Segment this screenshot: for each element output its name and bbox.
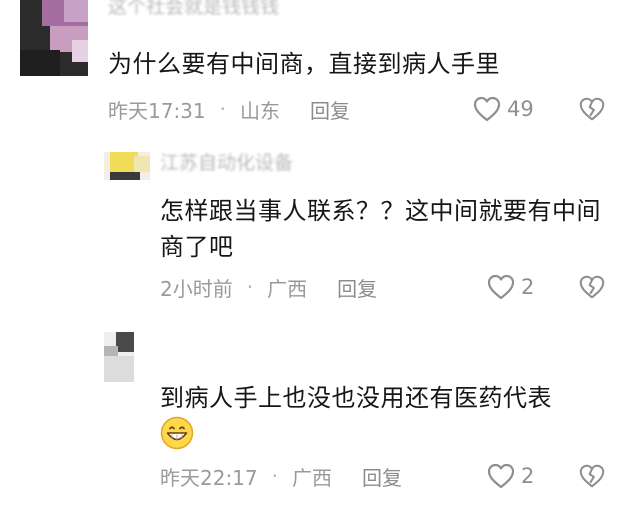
meta-separator: · [219, 97, 226, 121]
like-count: 2 [521, 275, 535, 299]
meta-separator: · [246, 275, 254, 299]
avatar[interactable] [104, 152, 150, 180]
like-button[interactable]: 49 [472, 94, 534, 124]
comment-text: 怎样跟当事人联系？？这中间就要有中间商了吧 [160, 197, 601, 261]
broken-heart-icon[interactable] [578, 273, 606, 301]
comment-thread: 这个社会就是钱钱钱 为什么要有中间商，直接到病人手里 昨天17:31 · 山东 … [0, 0, 640, 523]
comment-text: 到病人手上也没也没用还有医药代表 [160, 384, 552, 412]
heart-outline-icon [473, 96, 501, 122]
like-button[interactable]: 2 [486, 272, 534, 302]
avatar[interactable] [20, 0, 88, 76]
heart-outline-icon [487, 463, 515, 489]
comment-username[interactable]: 这个社会就是钱钱钱 [108, 0, 358, 18]
comment-location: 山东 [240, 98, 280, 123]
avatar[interactable] [104, 332, 134, 382]
grinning-face-emoji [160, 416, 194, 450]
comment-time: 2小时前 [160, 276, 233, 301]
like-button[interactable]: 2 [486, 461, 534, 491]
reply-button[interactable]: 回复 [337, 273, 377, 302]
comment-username[interactable]: 江苏自动化设备 [160, 152, 320, 174]
heart-outline-icon [487, 274, 515, 300]
comment-location: 广西 [292, 465, 332, 490]
meta-separator: · [271, 464, 278, 488]
comment-location: 广西 [267, 276, 308, 301]
comment-meta: 昨天22:17 · 广西 回复 [160, 461, 402, 491]
comment-meta: 昨天17:31 · 山东 回复 [108, 94, 350, 124]
like-count: 49 [507, 97, 534, 121]
comment-text: 为什么要有中间商，直接到病人手里 [108, 50, 500, 78]
comment-time: 昨天17:31 [108, 98, 206, 123]
broken-heart-icon[interactable] [578, 462, 606, 490]
comment-meta: 2小时前 · 广西 回复 [160, 272, 377, 302]
comment-time: 昨天22:17 [160, 465, 258, 490]
like-count: 2 [521, 464, 535, 488]
broken-heart-icon[interactable] [578, 95, 606, 123]
reply-button[interactable]: 回复 [310, 95, 350, 124]
reply-button[interactable]: 回复 [362, 462, 402, 491]
